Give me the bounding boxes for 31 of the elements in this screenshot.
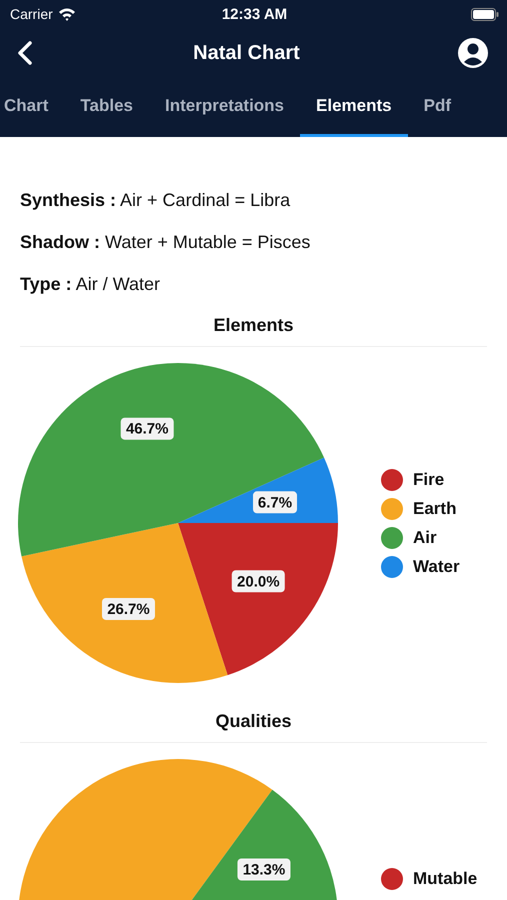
chart-title: Elements [20, 315, 487, 347]
data-label: 13.3% [242, 861, 286, 878]
summary-line: Type : Air / Water [20, 273, 162, 295]
summary-line: Shadow : Water + Mutable = Pisces [20, 231, 312, 253]
legend-label: Fire [413, 470, 444, 490]
data-label: 20.0% [232, 570, 285, 592]
data-label: 13.3% [237, 858, 290, 880]
carrier-label: Carrier [10, 6, 53, 22]
legend-label: Earth [413, 498, 456, 518]
tab[interactable]: Chart [0, 78, 64, 137]
legend-label: Mutable [413, 869, 478, 889]
screen-title: Natal Chart [193, 42, 300, 64]
chart-title: Qualities [20, 711, 487, 743]
data-label: 26.7% [102, 598, 155, 620]
tab[interactable]: Tables [64, 78, 149, 137]
data-label: 26.7% [107, 600, 150, 618]
data-label: 6.7% [253, 491, 298, 514]
tab[interactable]: Elements [300, 78, 408, 137]
clock-time: 12:33 AM [222, 6, 288, 22]
summary-line: Synthesis : Air + Cardinal = Libra [20, 189, 292, 211]
data-label: 20.0% [237, 573, 280, 590]
legend-label: Water [413, 556, 460, 576]
tab[interactable]: Interpretations [149, 78, 300, 137]
data-label: 46.7% [126, 420, 168, 438]
battery-icon [471, 8, 499, 20]
tab[interactable]: Pdf [408, 78, 468, 137]
data-label: 6.7% [258, 494, 292, 512]
wifi-icon [58, 7, 76, 21]
legend-label: Air [413, 528, 437, 548]
data-label: 46.7% [120, 418, 174, 440]
profile-button[interactable] [456, 37, 489, 69]
